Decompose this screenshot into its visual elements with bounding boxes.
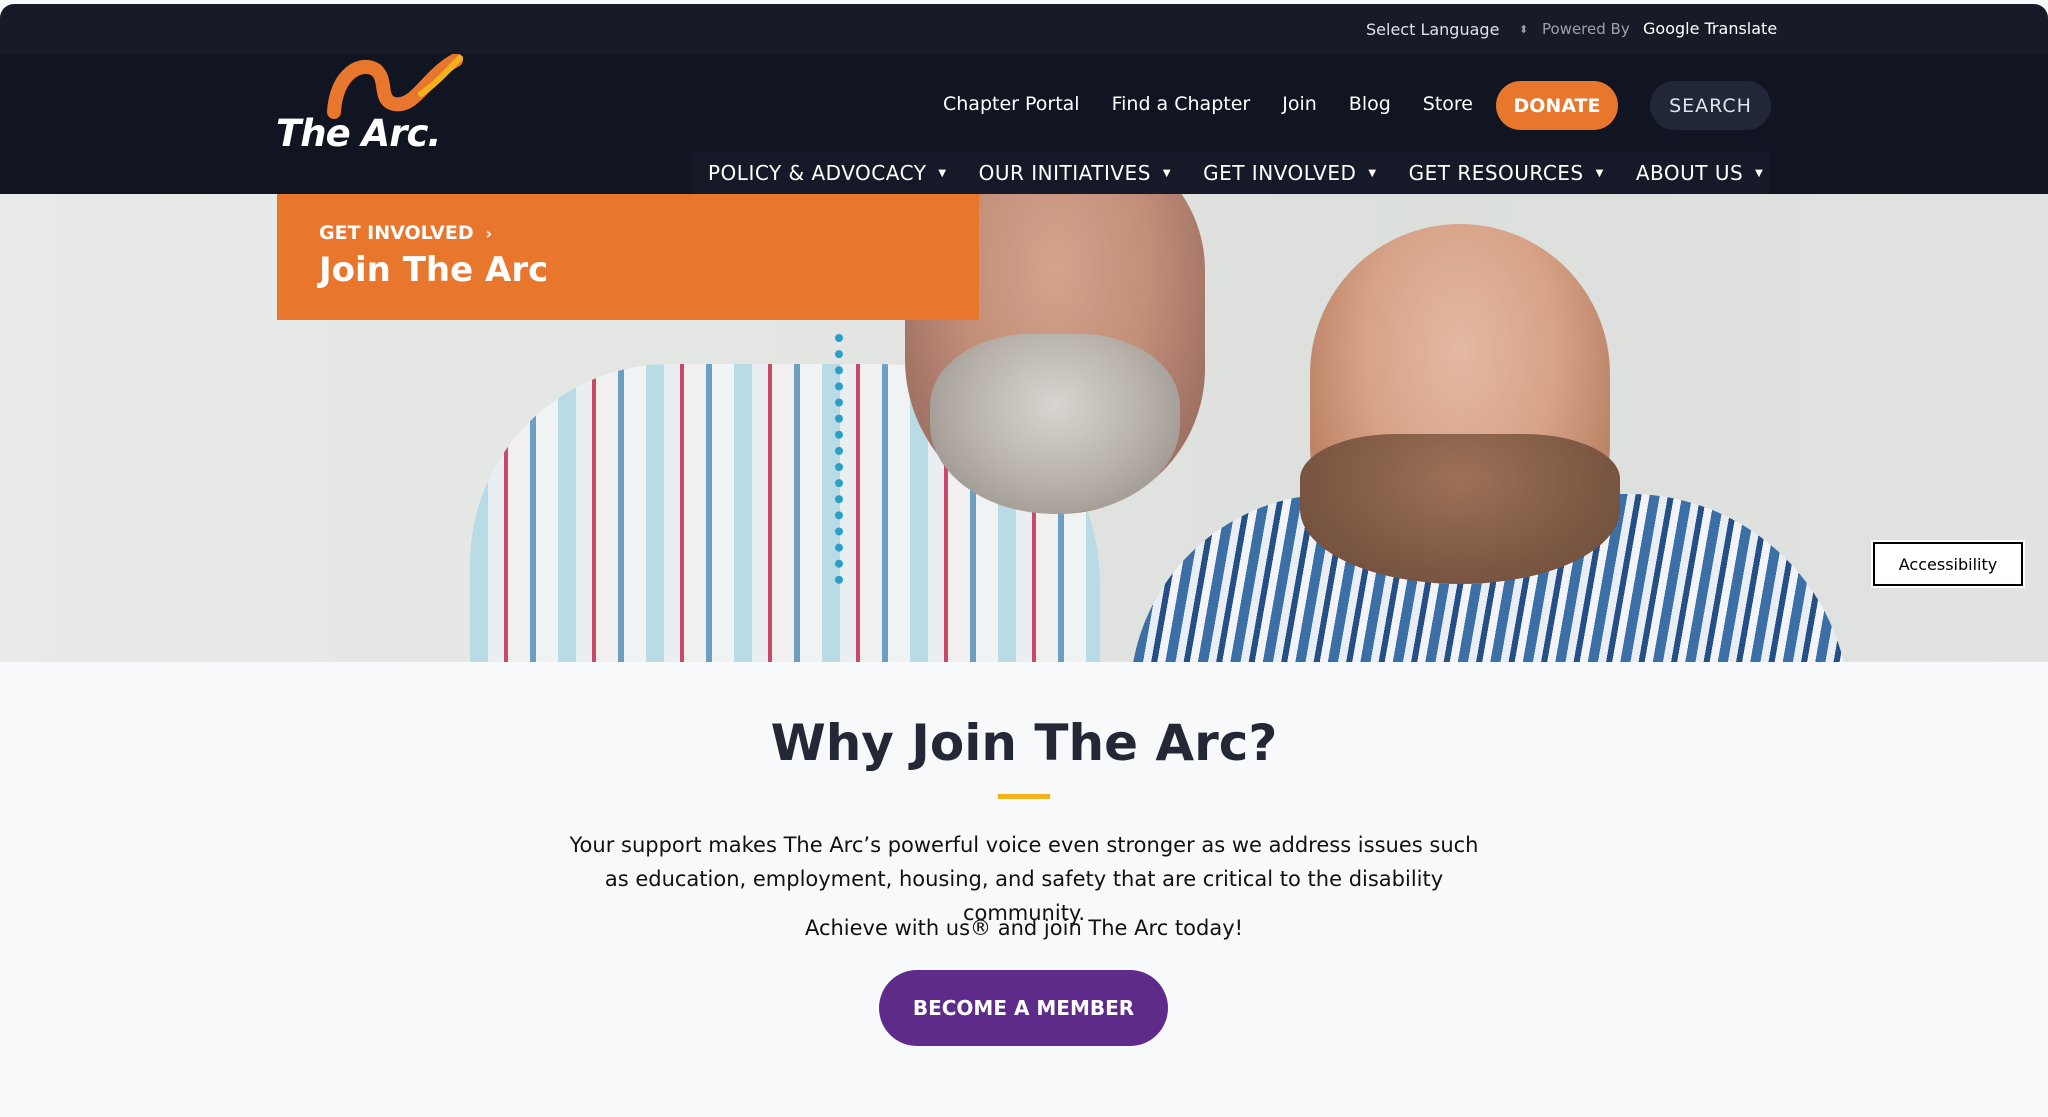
search-button[interactable]: SEARCH — [1650, 81, 1771, 130]
breadcrumb-link[interactable]: GET INVOLVED — [319, 222, 474, 244]
section-heading: Why Join The Arc? — [770, 714, 1278, 772]
tagline-text: Achieve with us® and join The Arc today! — [804, 916, 1244, 940]
become-member-button[interactable]: BECOME A MEMBER — [879, 970, 1168, 1046]
nav-link-join[interactable]: Join — [1282, 93, 1317, 115]
caret-down-icon: ▼ — [938, 167, 947, 179]
photo-region — [835, 334, 883, 584]
caret-down-icon: ▼ — [1368, 167, 1377, 179]
caret-down-icon: ▼ — [1755, 167, 1764, 179]
nav-get-involved[interactable]: GET INVOLVED ▼ — [1187, 161, 1393, 185]
donate-button[interactable]: DONATE — [1496, 81, 1618, 130]
primary-nav: POLICY & ADVOCACY ▼ OUR INITIATIVES ▼ GE… — [692, 152, 1770, 194]
language-select[interactable]: Select Language — [1366, 18, 1499, 42]
photo-region — [930, 334, 1180, 514]
site-logo[interactable]: The Arc. — [276, 54, 476, 164]
utility-bar: Select Language ⬍ Powered By Google Tran… — [0, 4, 2048, 54]
utility-nav: Chapter Portal Find a Chapter Join Blog … — [943, 80, 1505, 128]
heading-underline — [998, 794, 1050, 799]
nav-policy-advocacy[interactable]: POLICY & ADVOCACY ▼ — [692, 161, 963, 185]
nav-label: ABOUT US — [1635, 161, 1744, 185]
main-content: Why Join The Arc? Your support makes The… — [0, 662, 2048, 1117]
photo-region — [1300, 434, 1620, 584]
hero-banner: GET INVOLVED › Join The Arc Accessibilit… — [0, 194, 2048, 662]
nav-link-find-a-chapter[interactable]: Find a Chapter — [1112, 93, 1251, 115]
nav-label: OUR INITIATIVES — [978, 161, 1151, 185]
site-header: The Arc. Chapter Portal Find a Chapter J… — [0, 54, 2048, 194]
logo-wordmark: The Arc. — [276, 112, 441, 155]
powered-by-label: Powered By — [1542, 20, 1630, 38]
nav-label: GET RESOURCES — [1408, 161, 1584, 185]
google-translate-label: Google Translate — [1643, 19, 1778, 38]
caret-down-icon: ▼ — [1595, 167, 1604, 179]
breadcrumb-panel: GET INVOLVED › Join The Arc — [277, 194, 979, 320]
chevron-right-icon: › — [485, 223, 493, 243]
nav-get-resources[interactable]: GET RESOURCES ▼ — [1393, 161, 1620, 185]
nav-label: GET INVOLVED — [1203, 161, 1357, 185]
page-frame: Select Language ⬍ Powered By Google Tran… — [0, 4, 2048, 1117]
nav-label: POLICY & ADVOCACY — [708, 161, 927, 185]
intro-paragraph: Your support makes The Arc’s powerful vo… — [569, 833, 1479, 925]
nav-link-blog[interactable]: Blog — [1349, 93, 1391, 115]
nav-our-initiatives[interactable]: OUR INITIATIVES ▼ — [963, 161, 1187, 185]
page-title: Join The Arc — [319, 250, 549, 290]
nav-about-us[interactable]: ABOUT US ▼ — [1620, 161, 1780, 185]
breadcrumb[interactable]: GET INVOLVED › — [319, 222, 492, 244]
caret-down-icon: ▼ — [1162, 167, 1172, 179]
nav-link-chapter-portal[interactable]: Chapter Portal — [943, 93, 1080, 115]
accessibility-button[interactable]: Accessibility — [1873, 542, 2023, 586]
select-arrows-icon[interactable]: ⬍ — [1519, 18, 1528, 42]
nav-link-store[interactable]: Store — [1423, 93, 1473, 115]
